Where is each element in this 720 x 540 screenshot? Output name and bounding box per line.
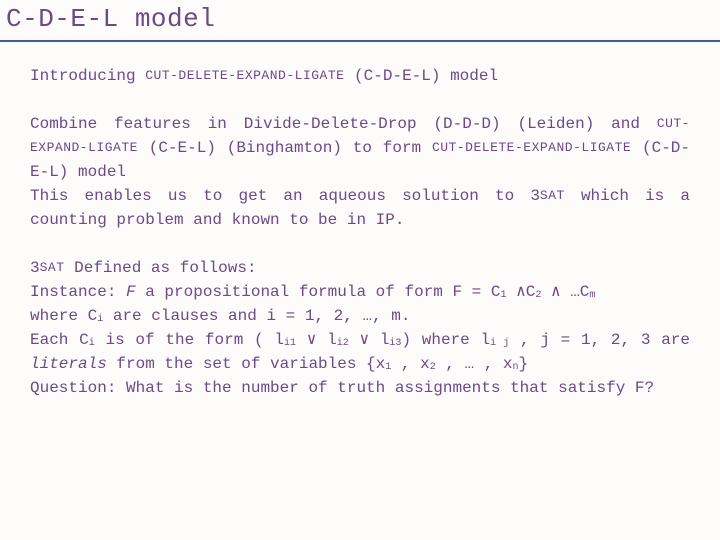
text: (C-E-L) (Binghamton) to form — [138, 139, 432, 157]
slide-body: Introducing CUT-DELETE-EXPAND-LIGATE (C-… — [0, 42, 720, 400]
text: Defined as follows: — [65, 259, 257, 277]
text: is of the form ( l — [95, 331, 284, 349]
sub: i2 — [337, 338, 349, 349]
text: Combine features in Divide-Delete-Drop (… — [30, 115, 657, 133]
text: , j = 1, 2, 3 are — [509, 331, 690, 349]
question-line: Question: What is the number of truth as… — [30, 379, 654, 397]
text: , x — [391, 355, 429, 373]
text: Each C — [30, 331, 89, 349]
sub: i j — [490, 338, 509, 349]
literals-word: literals — [30, 355, 107, 373]
sat-label: SAT — [40, 260, 65, 275]
text: } — [519, 355, 529, 373]
intro-prefix: Introducing — [30, 67, 145, 85]
paragraph-definition: 3SAT Defined as follows: Instance: F a p… — [30, 256, 690, 400]
text: ∨ l — [349, 331, 390, 349]
intro-suffix: (C-D-E-L) model — [344, 67, 498, 85]
formula-F: F — [126, 283, 136, 301]
intro-model-name: CUT-DELETE-EXPAND-LIGATE — [145, 68, 344, 83]
text: 3 — [30, 259, 40, 277]
text: ∨ l — [296, 331, 337, 349]
slide-title: C-D-E-L model — [0, 0, 720, 42]
text: ∧ …C — [541, 283, 589, 301]
sat-label: SAT — [540, 188, 565, 203]
sub: m — [589, 290, 595, 301]
sub: i1 — [284, 338, 296, 349]
paragraph-combine: Combine features in Divide-Delete-Drop (… — [30, 112, 690, 232]
text: are clauses and i = 1, 2, …, m. — [103, 307, 410, 325]
text: ∧C — [507, 283, 536, 301]
text: a propositional formula of form F = C — [136, 283, 501, 301]
slide: C-D-E-L model Introducing CUT-DELETE-EXP… — [0, 0, 720, 540]
text: ) where l — [401, 331, 490, 349]
text: from the set of variables {x — [107, 355, 385, 373]
instance-label: Instance: — [30, 283, 126, 301]
model-cdel: CUT-DELETE-EXPAND-LIGATE — [432, 140, 631, 155]
text: where C — [30, 307, 97, 325]
text: This enables us to get an aqueous soluti… — [30, 187, 540, 205]
text: , … , x — [436, 355, 513, 373]
intro-line: Introducing CUT-DELETE-EXPAND-LIGATE (C-… — [30, 64, 690, 88]
sub: i3 — [389, 338, 401, 349]
